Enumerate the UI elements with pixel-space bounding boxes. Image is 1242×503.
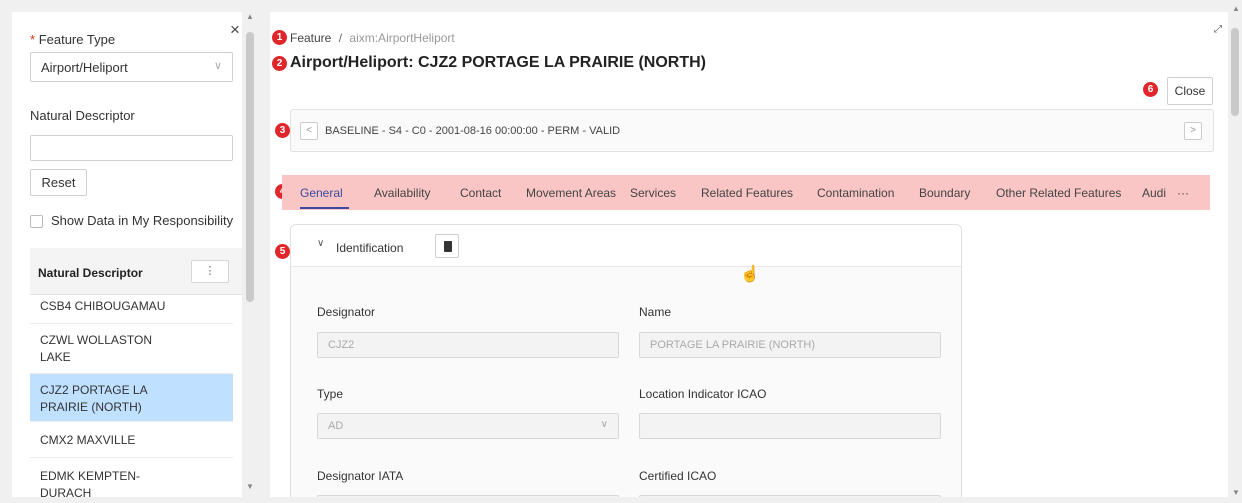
list-item[interactable]: CMX2 MAXVILLE (30, 422, 233, 458)
breadcrumb-current: aixm:AirportHeliport (349, 31, 455, 45)
chevron-right-icon[interactable]: > (1184, 122, 1202, 140)
scroll-thumb[interactable] (1231, 28, 1239, 116)
scroll-down-icon[interactable]: ▼ (246, 482, 254, 491)
feature-type-label: * Feature Type (30, 32, 116, 47)
version-selector: < BASELINE - S4 - C0 - 2001-08-16 00:00:… (290, 109, 1214, 152)
chevron-down-icon: ∨ (600, 419, 608, 430)
annotation-badge-5: 5 (275, 244, 290, 259)
feature-type-select[interactable]: Airport/Heliport ∨ (30, 52, 233, 82)
chevron-down-icon[interactable]: ∨ (317, 238, 324, 249)
natural-descriptor-label: Natural Descriptor (30, 108, 135, 123)
name-field[interactable]: PORTAGE LA PRAIRIE (NORTH) (639, 332, 941, 358)
annotation-badge-6: 6 (1143, 82, 1158, 97)
breadcrumb-root[interactable]: Feature (290, 31, 331, 45)
identification-section: ∨ Identification Designator CJZ2 Name PO… (290, 224, 962, 497)
list-item[interactable]: CSB4 CHIBOUGAMAU (30, 290, 233, 324)
tabs-more-button[interactable]: ··· (1177, 186, 1189, 200)
location-indicator-field[interactable] (639, 413, 941, 439)
show-data-label: Show Data in My Responsibility (51, 213, 234, 228)
designator-label: Designator (317, 305, 376, 319)
left-scrollbar[interactable]: ▲ ▼ (244, 12, 256, 497)
list-item[interactable]: EDMK KEMPTEN- DURACH (30, 458, 233, 497)
show-data-checkbox[interactable] (30, 215, 43, 228)
designator-iata-field[interactable] (317, 495, 619, 497)
close-panel-icon[interactable]: × (230, 20, 240, 40)
section-title: Identification (336, 241, 404, 255)
tab-services[interactable]: Services (630, 186, 676, 200)
list-menu-button[interactable]: ⋮ (191, 260, 229, 283)
page-title: Airport/Heliport: CJZ2 PORTAGE LA PRAIRI… (290, 54, 706, 71)
name-label: Name (639, 305, 672, 319)
type-label: Type (317, 387, 344, 401)
tab-general[interactable]: General (300, 186, 343, 200)
chevron-left-icon[interactable]: < (300, 122, 318, 140)
certified-icao-field[interactable] (639, 495, 941, 497)
location-indicator-label: Location Indicator ICAO (639, 387, 767, 401)
search-panel: × * Feature Type Airport/Heliport ∨ Natu… (12, 12, 242, 497)
breadcrumb: Feature / aixm:AirportHeliport (290, 31, 455, 45)
main-scrollbar[interactable]: ▲ ▼ (1228, 0, 1242, 503)
scroll-down-icon[interactable]: ▼ (1232, 488, 1240, 497)
expand-icon[interactable]: ⤢ (1214, 24, 1222, 35)
detail-panel: ⤢ 1 Feature / aixm:AirportHeliport 2 Air… (270, 12, 1228, 497)
list-header-title: Natural Descriptor (38, 266, 143, 280)
version-text: BASELINE - S4 - C0 - 2001-08-16 00:00:00… (325, 125, 621, 137)
natural-descriptor-input[interactable] (30, 135, 233, 161)
required-mark: * (30, 32, 36, 47)
list-item-selected[interactable]: CJZ2 PORTAGE LA PRAIRIE (NORTH) (30, 374, 233, 422)
list-header: Natural Descriptor ⋮ (30, 248, 242, 295)
chevron-down-icon: ∨ (213, 60, 222, 72)
designator-field[interactable]: CJZ2 (317, 332, 619, 358)
section-header[interactable]: ∨ Identification (291, 225, 961, 267)
app-frame: × * Feature Type Airport/Heliport ∨ Natu… (0, 0, 1242, 503)
tab-boundary[interactable]: Boundary (919, 186, 970, 200)
close-button[interactable]: Close (1167, 77, 1213, 105)
scroll-up-icon[interactable]: ▲ (246, 12, 254, 21)
tab-movement-areas[interactable]: Movement Areas (526, 186, 616, 200)
tab-other-related-features[interactable]: Other Related Features (996, 186, 1121, 200)
certified-icao-label: Certified ICAO (639, 469, 717, 483)
scroll-thumb[interactable] (246, 32, 254, 302)
annotation-badge-1: 1 (272, 30, 287, 45)
tab-related-features[interactable]: Related Features (701, 186, 793, 200)
annotation-badge-3: 3 (275, 123, 290, 138)
type-select[interactable]: AD ∨ (317, 413, 619, 439)
tab-contamination[interactable]: Contamination (817, 186, 894, 200)
reset-button[interactable]: Reset (30, 169, 87, 196)
tab-bar: General Availability Contact Movement Ar… (282, 175, 1210, 210)
document-icon[interactable] (435, 234, 459, 258)
hand-cursor-icon: ☝ (740, 266, 760, 283)
active-tab-indicator (300, 207, 349, 209)
tab-availability[interactable]: Availability (374, 186, 430, 200)
list-item[interactable]: CZWL WOLLASTON LAKE (30, 324, 233, 374)
designator-iata-label: Designator IATA (317, 469, 404, 483)
scroll-up-icon[interactable]: ▲ (1232, 4, 1240, 13)
tab-contact[interactable]: Contact (460, 186, 501, 200)
annotation-badge-2: 2 (272, 56, 287, 71)
tab-audit[interactable]: Audi (1142, 186, 1166, 200)
